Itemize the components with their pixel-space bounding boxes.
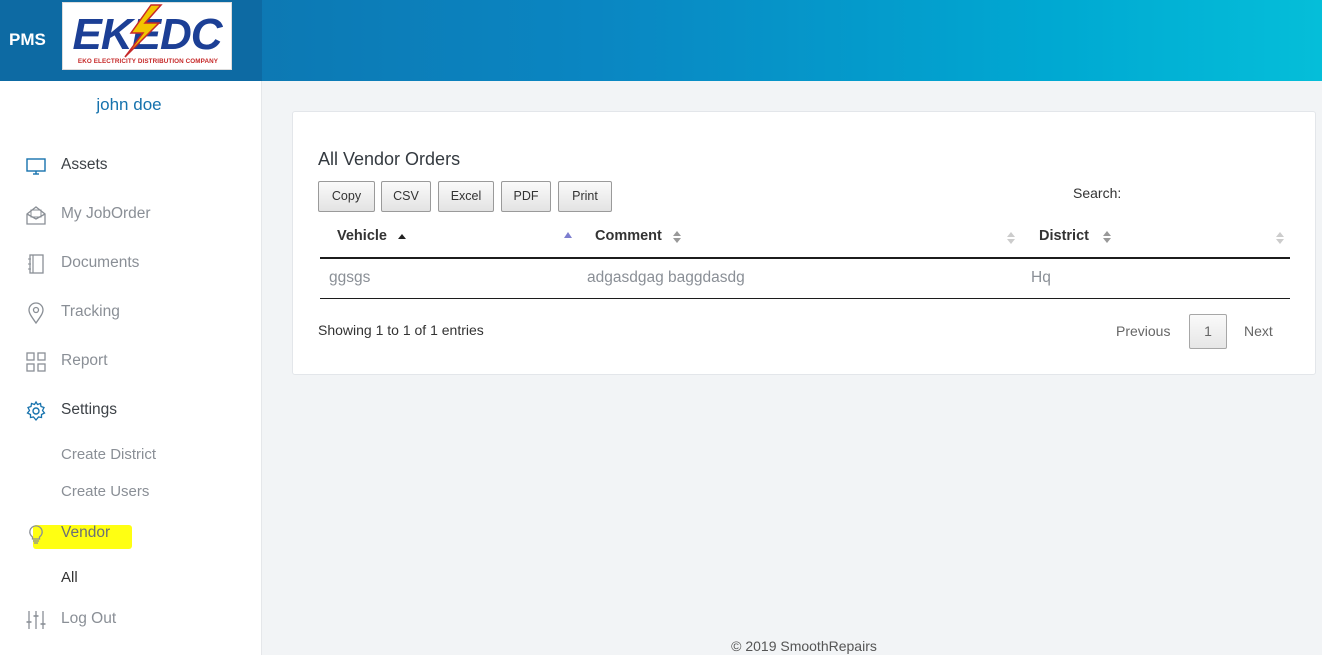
vendor-orders-card: All Vendor Orders Copy CSV Excel PDF Pri… [292, 111, 1316, 375]
pdf-button[interactable]: PDF [501, 181, 551, 212]
notebook-icon [25, 253, 47, 275]
column-header-vehicle[interactable]: Vehicle [337, 228, 577, 258]
company-logo[interactable]: EKEDC EKO ELECTRICITY DISTRIBUTION COMPA… [62, 2, 232, 70]
sidebar-subitem-all[interactable]: All [61, 569, 78, 586]
app-name: PMS [9, 30, 46, 49]
sidebar-subitem-create-users[interactable]: Create Users [61, 483, 149, 500]
search-label: Search: [1073, 185, 1122, 201]
sidebar-item-assets[interactable]: Assets [0, 151, 262, 181]
copy-button[interactable]: Copy [318, 181, 375, 212]
cell-district: Hq [1031, 269, 1051, 286]
grid-icon [25, 351, 47, 373]
footer-copyright: © 2019 SmoothRepairs [731, 638, 877, 654]
sidebar-item-documents[interactable]: Documents [0, 249, 262, 279]
sidebar-item-label: Vendor [61, 524, 111, 541]
sidebar-item-label: My JobOrder [61, 205, 151, 222]
sidebar-item-vendor[interactable]: Vendor [0, 519, 262, 549]
sidebar: john doe Assets My JobOrder Documents Tr… [0, 81, 262, 655]
gear-icon [25, 400, 47, 422]
sort-both-icon [1276, 232, 1284, 244]
sort-both-icon [1103, 231, 1111, 243]
pagination-next[interactable]: Next [1244, 323, 1273, 339]
sidebar-item-label: Settings [61, 401, 118, 418]
brand-area: PMS EKEDC EKO ELECTRICITY DISTRIBUTION C… [0, 0, 262, 81]
sidebar-subitem-create-district[interactable]: Create District [61, 446, 156, 463]
sidebar-item-my-joborder[interactable]: My JobOrder [0, 200, 262, 230]
sort-asc-icon [398, 234, 406, 239]
sidebar-item-log-out[interactable]: Log Out [0, 605, 262, 635]
excel-button[interactable]: Excel [438, 181, 494, 212]
cell-vehicle: ggsgs [329, 269, 371, 286]
csv-button[interactable]: CSV [381, 181, 431, 212]
envelope-open-icon [25, 204, 47, 226]
table-header-divider [320, 257, 1290, 259]
monitor-icon [25, 155, 47, 177]
column-header-district[interactable]: District [1039, 228, 1289, 258]
print-button[interactable]: Print [558, 181, 612, 212]
pagination-previous[interactable]: Previous [1116, 323, 1170, 339]
ekedc-logo-mark: EKEDC [72, 4, 225, 59]
sidebar-item-label: Assets [61, 156, 108, 173]
lightbulb-icon [25, 523, 47, 545]
column-header-comment[interactable]: Comment [595, 228, 1020, 258]
pagination-page-1[interactable]: 1 [1189, 314, 1227, 349]
sort-indicator-icon [564, 232, 572, 238]
sidebar-item-settings[interactable]: Settings [0, 396, 262, 426]
logo-subtitle: EKO ELECTRICITY DISTRIBUTION COMPANY [77, 58, 219, 65]
table-bottom-divider [320, 298, 1290, 299]
sidebar-item-report[interactable]: Report [0, 347, 262, 377]
page-title: All Vendor Orders [318, 149, 461, 169]
user-name[interactable]: john doe [0, 95, 258, 115]
sort-both-icon [1007, 232, 1015, 244]
map-pin-icon [25, 302, 47, 325]
column-header-label: District [1039, 228, 1089, 244]
table-info: Showing 1 to 1 of 1 entries [318, 322, 484, 338]
sort-both-icon [673, 231, 681, 243]
sidebar-item-label: Tracking [61, 303, 120, 320]
sidebar-item-label: Report [61, 352, 108, 369]
sidebar-item-tracking[interactable]: Tracking [0, 298, 262, 328]
cell-comment: adgasdgag baggdasdg [587, 269, 745, 286]
sidebar-item-label: Log Out [61, 610, 117, 627]
sliders-icon [25, 609, 47, 631]
column-header-label: Comment [595, 228, 662, 244]
sidebar-item-label: Documents [61, 254, 140, 271]
column-header-label: Vehicle [337, 228, 387, 244]
